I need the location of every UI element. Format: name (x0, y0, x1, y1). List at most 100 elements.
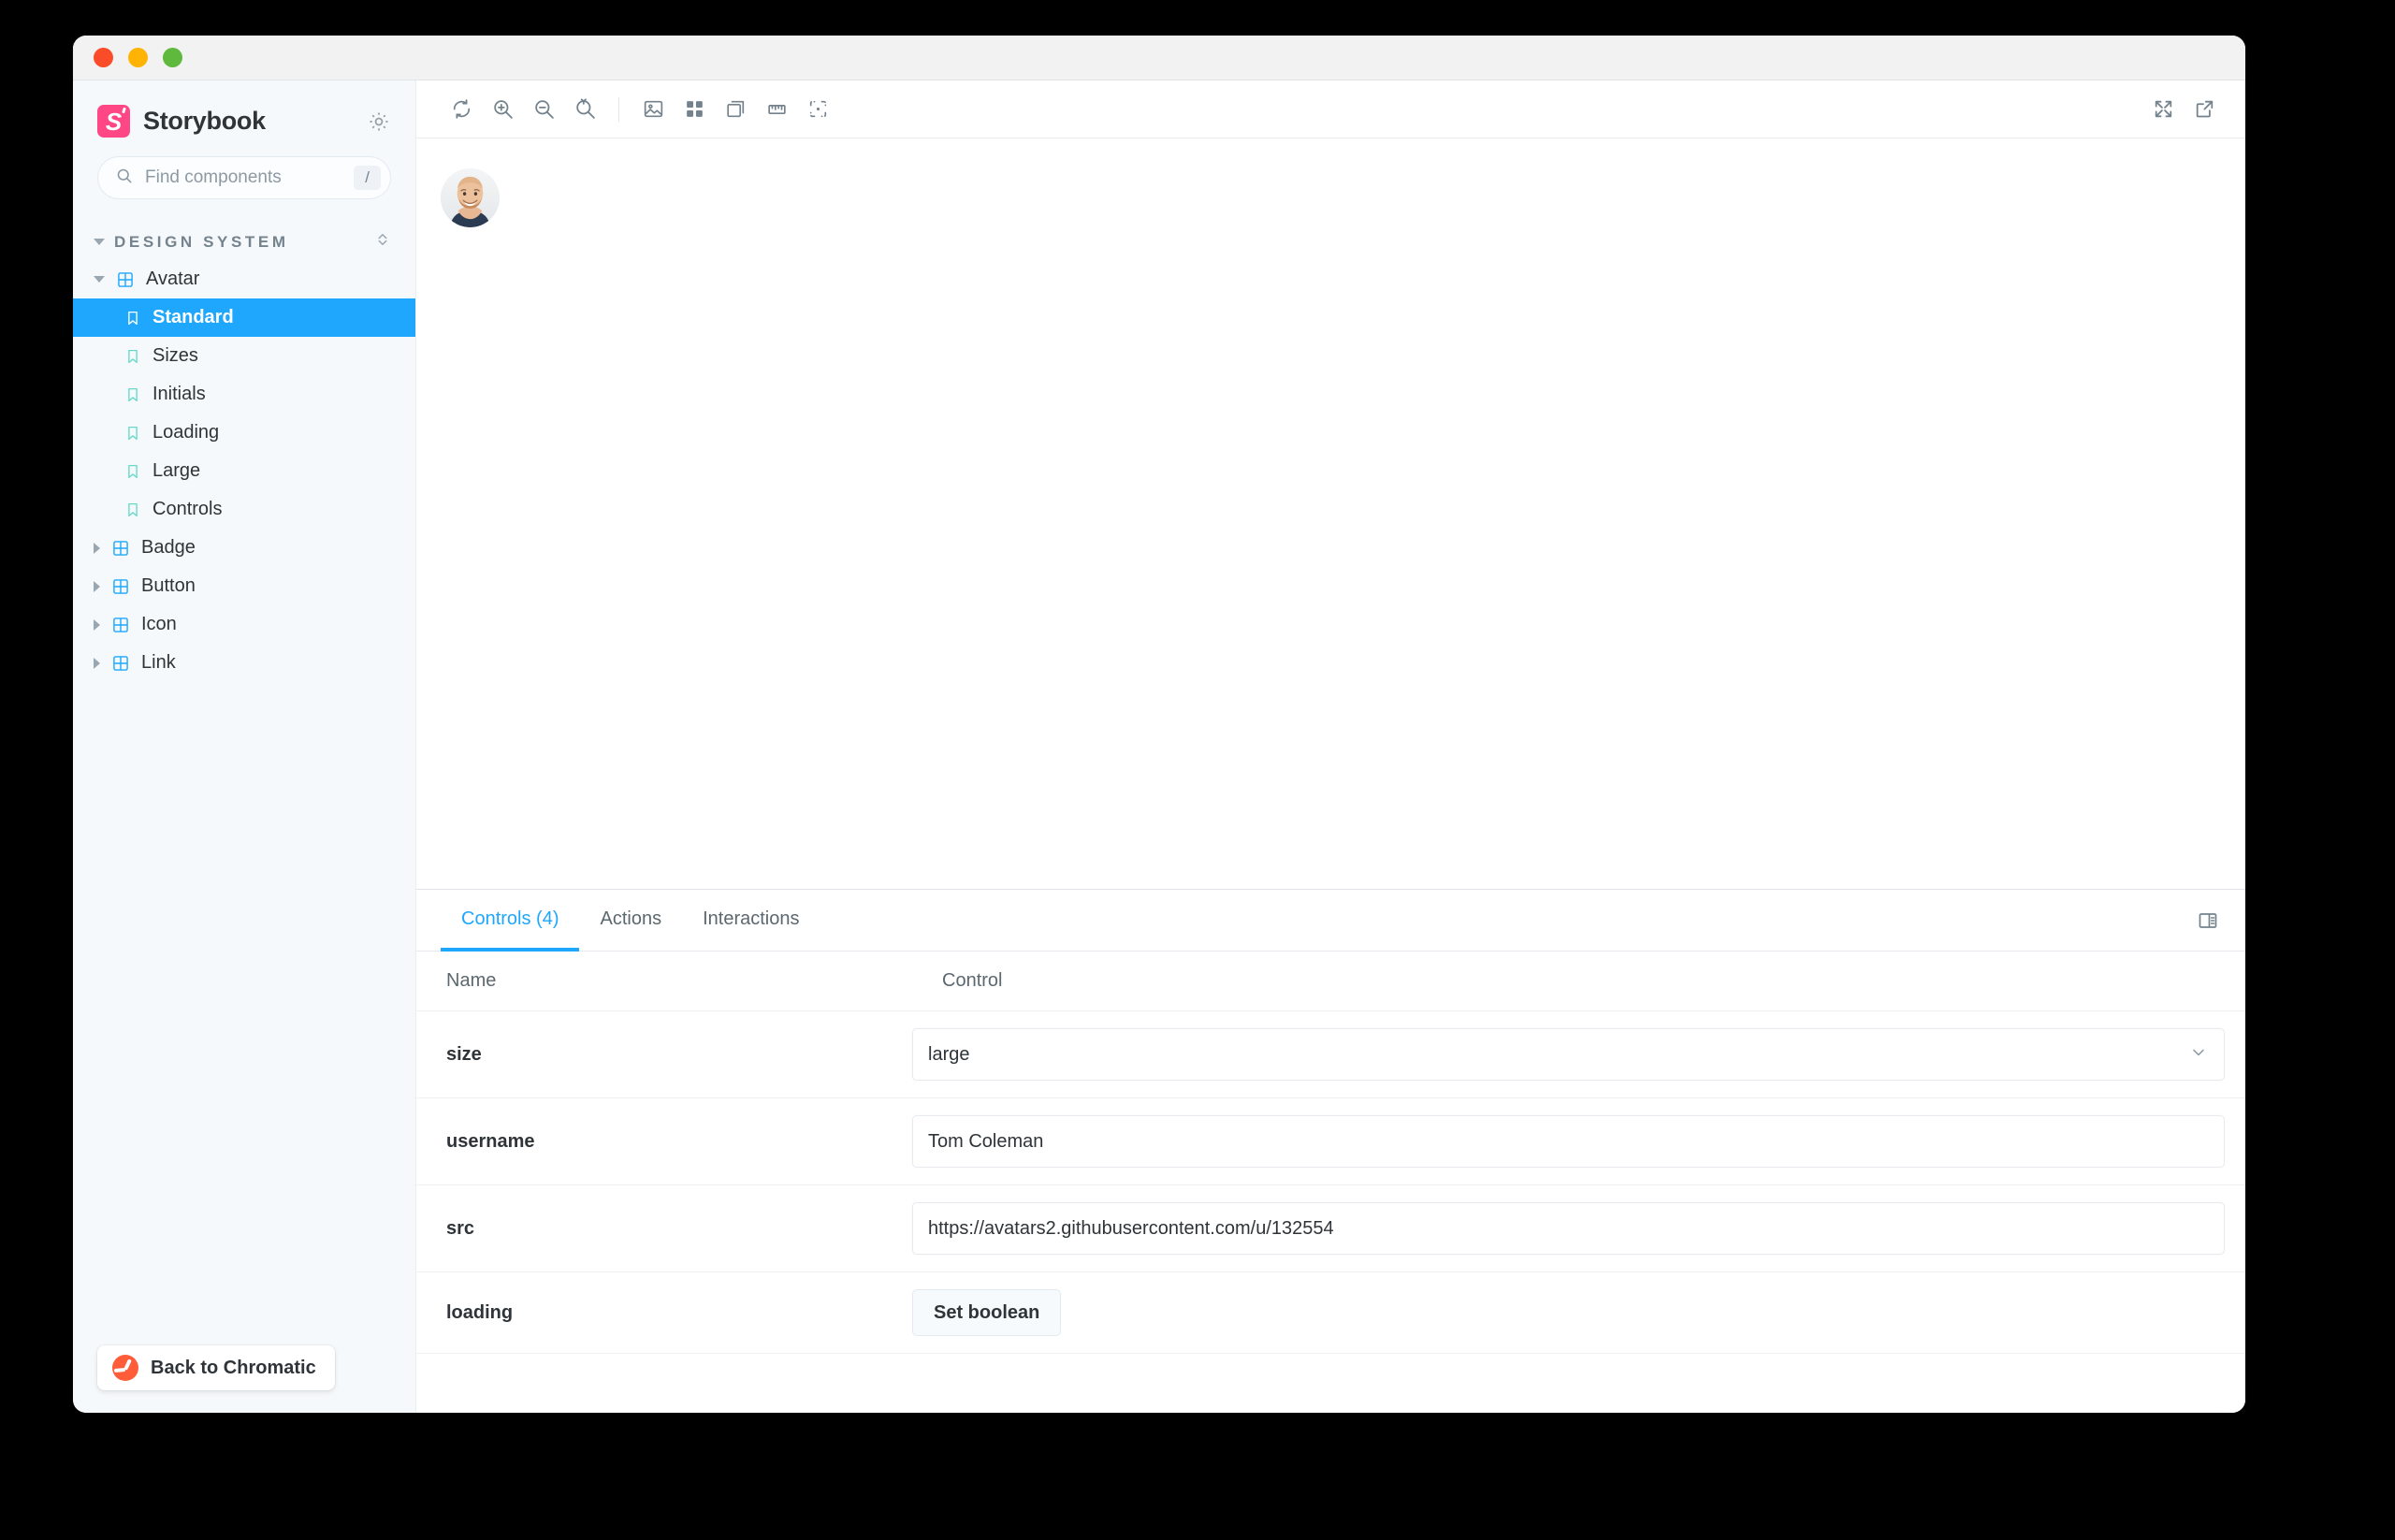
search-box[interactable]: / (97, 156, 391, 199)
size-select-wrapper (912, 1028, 2225, 1081)
tree-story-label: Large (152, 460, 201, 481)
avatar (441, 168, 500, 227)
chevron-right-icon (94, 542, 100, 554)
component-icon (111, 577, 130, 596)
open-new-tab-icon[interactable] (2184, 89, 2225, 130)
tree-component-link[interactable]: Link (73, 644, 415, 682)
column-header-name: Name (416, 952, 912, 1011)
tab-controls[interactable]: Controls (4) (441, 890, 580, 952)
story-bookmark-icon (124, 462, 141, 481)
control-cell-src (912, 1184, 2245, 1272)
control-name-src: src (416, 1184, 912, 1272)
story-bookmark-icon (124, 501, 141, 519)
story-bookmark-icon (124, 347, 141, 366)
control-cell-size (912, 1010, 2245, 1098)
search-icon (115, 167, 134, 190)
control-name-loading: loading (416, 1271, 912, 1354)
tree-story-controls[interactable]: Controls (73, 490, 415, 529)
tree-component-icon[interactable]: Icon (73, 605, 415, 644)
chevron-down-icon (94, 239, 105, 245)
chromatic-logo-icon (112, 1355, 138, 1381)
search-input[interactable] (145, 167, 343, 188)
zoom-reset-icon[interactable] (564, 89, 605, 130)
brand-title: Storybook (143, 107, 266, 135)
table-header-row: Name Control (416, 952, 2245, 1011)
story-bookmark-icon (124, 309, 141, 327)
remount-icon[interactable] (441, 89, 482, 130)
window-titlebar (73, 36, 2245, 80)
tabs-spacer (820, 890, 2191, 951)
chevron-right-icon (94, 618, 100, 631)
tree-story-label: Controls (152, 499, 223, 519)
tab-actions[interactable]: Actions (579, 890, 682, 952)
preview-toolbar (416, 80, 2245, 138)
story-bookmark-icon (124, 424, 141, 443)
tree-story-standard[interactable]: Standard (73, 298, 415, 337)
tree-component-label: Link (141, 652, 176, 673)
tree-root-label: DESIGN SYSTEM (114, 232, 289, 251)
component-icon (111, 539, 130, 558)
controls-table: Name Control size large username Tom Col… (416, 952, 2245, 1354)
gear-icon[interactable] (367, 109, 391, 134)
control-name-size: size (416, 1010, 912, 1098)
sidebar: S Storybook Find components / DESIGN SYS… (73, 80, 416, 1413)
back-to-chromatic-label: Back to Chromatic (151, 1357, 316, 1378)
tree-component-badge[interactable]: Badge (73, 529, 415, 567)
storybook-logo-icon: S (97, 105, 130, 138)
fullscreen-icon[interactable] (2142, 89, 2184, 130)
tree-component-label: Badge (141, 537, 196, 558)
chevron-right-icon (94, 657, 100, 669)
chevron-down-icon (94, 276, 105, 283)
tree-story-large[interactable]: Large (73, 452, 415, 490)
control-cell-loading: Set boolean (912, 1271, 2245, 1354)
tree-story-sizes[interactable]: Sizes (73, 337, 415, 375)
tree-story-label: Initials (152, 384, 206, 404)
tree-story-label: Sizes (152, 345, 198, 366)
background-image-icon[interactable] (632, 89, 674, 130)
back-to-chromatic-button[interactable]: Back to Chromatic (97, 1345, 335, 1390)
toolbar-divider (618, 96, 619, 122)
search-shortcut-badge: / (354, 165, 381, 191)
set-boolean-button[interactable]: Set boolean (912, 1289, 1062, 1336)
size-select[interactable] (912, 1028, 2225, 1081)
tab-interactions[interactable]: Interactions (682, 890, 820, 952)
zoom-in-icon[interactable] (482, 89, 523, 130)
table-row: username (416, 1097, 2245, 1185)
tree-component-label: Button (141, 575, 196, 596)
outline-layers-icon[interactable] (715, 89, 756, 130)
tree-component-label: Avatar (146, 269, 200, 289)
controls-table-wrapper: Name Control size large username Tom Col… (416, 952, 2245, 1413)
app-window: S Storybook Find components / DESIGN SYS… (73, 36, 2245, 1413)
table-row: src (416, 1184, 2245, 1272)
table-row: size (416, 1010, 2245, 1098)
column-header-control: Control (912, 952, 2245, 1011)
tree-story-label: Standard (152, 307, 234, 327)
story-bookmark-icon (124, 385, 141, 404)
traffic-lights (94, 48, 182, 67)
control-cell-username (912, 1097, 2245, 1185)
tree-component-button[interactable]: Button (73, 567, 415, 605)
grid-icon[interactable] (674, 89, 715, 130)
tree-component-avatar[interactable]: Avatar (73, 260, 415, 298)
tree-root-design-system[interactable]: DESIGN SYSTEM (73, 224, 415, 260)
expand-collapse-all-icon[interactable] (374, 231, 391, 253)
tree-story-initials[interactable]: Initials (73, 375, 415, 414)
component-icon (111, 616, 130, 634)
tree-story-label: Loading (152, 422, 220, 443)
panel-layout-icon[interactable] (2191, 890, 2225, 951)
close-window-button[interactable] (94, 48, 113, 67)
focus-selection-icon[interactable] (797, 89, 838, 130)
chevron-right-icon (94, 580, 100, 592)
tree-story-loading[interactable]: Loading (73, 414, 415, 452)
table-row: loading Set boolean (416, 1271, 2245, 1354)
search-container: / (73, 138, 415, 199)
addon-tabs: Controls (4) Actions Interactions (416, 890, 2245, 952)
username-input[interactable] (912, 1115, 2225, 1168)
component-icon (116, 270, 135, 289)
tree-component-label: Icon (141, 614, 177, 634)
measure-ruler-icon[interactable] (756, 89, 797, 130)
zoom-out-icon[interactable] (523, 89, 564, 130)
zoom-window-button[interactable] (163, 48, 182, 67)
src-input[interactable] (912, 1202, 2225, 1255)
minimize-window-button[interactable] (128, 48, 148, 67)
